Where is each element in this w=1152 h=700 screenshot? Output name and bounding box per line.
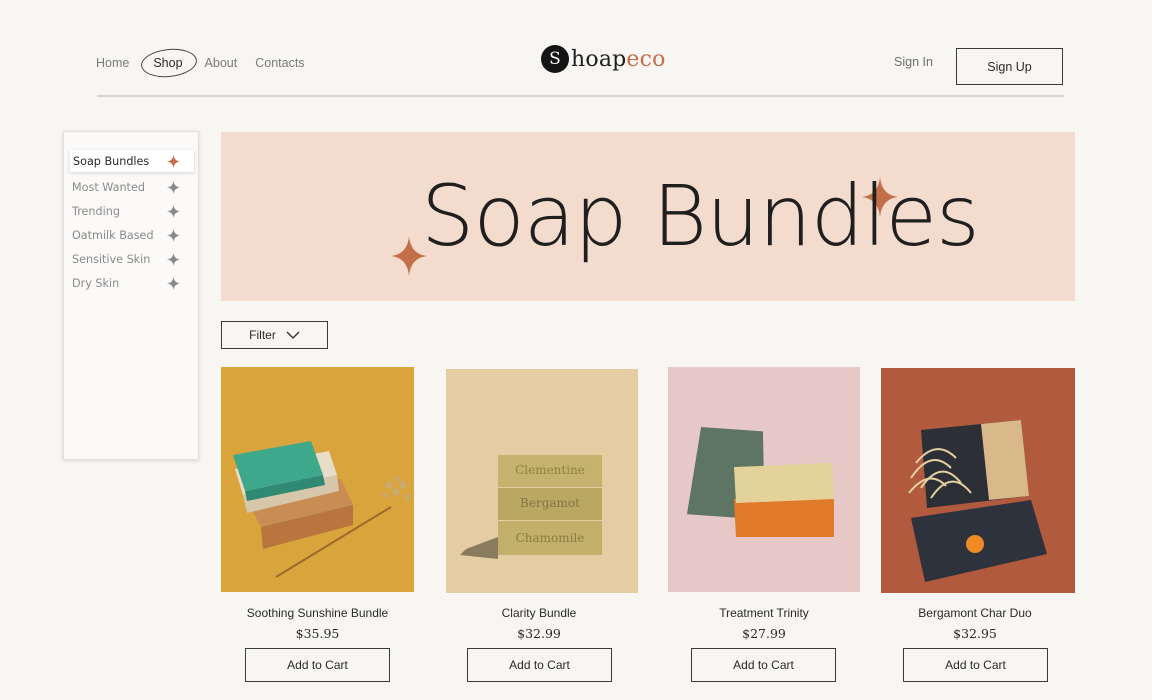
filter-label: Filter [249, 328, 276, 342]
sidebar-item-most-wanted[interactable]: Most Wanted [70, 176, 194, 198]
logo-text-accent: eco [626, 46, 666, 72]
product-image[interactable]: Clementine Bergamot Chamomile [446, 369, 638, 593]
sidebar-item-sensitive-skin[interactable]: Sensitive Skin [70, 248, 194, 270]
sparkle-icon [167, 228, 180, 242]
product-name[interactable]: Bergamont Char Duo [881, 606, 1069, 620]
category-banner: Soap Bundles [221, 132, 1075, 301]
sidebar-item-label: Soap Bundles [73, 154, 150, 168]
category-sidebar: Soap Bundles Most Wanted Trending Oatmil… [63, 131, 199, 460]
nav-about-link[interactable]: About [205, 54, 238, 72]
soap-stack-illustration [460, 455, 602, 559]
logo-text: hoapeco [571, 47, 666, 72]
sparkle-icon [167, 154, 180, 168]
sidebar-item-label: Oatmilk Based [72, 228, 154, 242]
sidebar-item-dry-skin[interactable]: Dry Skin [70, 272, 194, 294]
soap-stamp-text: Clementine [515, 463, 585, 477]
chevron-down-icon [286, 331, 300, 339]
brand-logo[interactable]: S hoapeco [541, 45, 666, 73]
banner-title: Soap Bundles [421, 167, 980, 265]
product-name[interactable]: Soothing Sunshine Bundle [221, 606, 414, 620]
product-image[interactable] [221, 367, 414, 592]
top-nav: Home Shop About Contacts [96, 54, 323, 72]
product-image[interactable] [668, 367, 860, 592]
nav-home-link[interactable]: Home [96, 54, 129, 72]
sidebar-item-label: Most Wanted [72, 180, 145, 194]
logo-mark: S [541, 45, 569, 73]
sidebar-item-label: Trending [72, 204, 120, 218]
sign-up-button[interactable]: Sign Up [956, 48, 1063, 85]
sidebar-item-label: Sensitive Skin [72, 252, 151, 266]
add-to-cart-button[interactable]: Add to Cart [467, 648, 612, 682]
filter-dropdown[interactable]: Filter [221, 321, 328, 349]
soap-stack-illustration [686, 427, 834, 537]
product-price: $35.95 [295, 626, 340, 641]
add-to-cart-button[interactable]: Add to Cart [245, 648, 390, 682]
nav-contacts-link[interactable]: Contacts [255, 54, 304, 72]
sparkle-icon [167, 276, 180, 290]
sparkle-icon [167, 180, 180, 194]
soap-stamp-text: Bergamot [520, 496, 580, 510]
header-divider [97, 95, 1064, 97]
product-name[interactable]: Clarity Bundle [446, 606, 632, 620]
add-to-cart-button[interactable]: Add to Cart [903, 648, 1048, 682]
sidebar-item-oatmilk-based[interactable]: Oatmilk Based [70, 224, 194, 246]
soap-stamp-text: Chamomile [515, 531, 585, 545]
sidebar-item-label: Dry Skin [72, 276, 120, 290]
sidebar-item-trending[interactable]: Trending [70, 200, 194, 222]
sparkle-icon [167, 252, 180, 266]
sparkle-icon [167, 204, 180, 218]
add-to-cart-button[interactable]: Add to Cart [691, 648, 836, 682]
sidebar-item-soap-bundles[interactable]: Soap Bundles [70, 150, 194, 172]
product-image[interactable] [881, 368, 1075, 593]
soap-stack-illustration [908, 420, 1047, 582]
product-price: $27.99 [742, 626, 786, 641]
product-name[interactable]: Treatment Trinity [668, 606, 860, 620]
sign-in-link[interactable]: Sign In [894, 55, 933, 69]
soap-stack-illustration [233, 441, 410, 578]
nav-shop-link[interactable]: Shop [141, 54, 194, 72]
product-price: $32.99 [517, 626, 561, 641]
product-price: $32.95 [953, 626, 997, 641]
logo-text-dark: hoap [571, 46, 627, 72]
